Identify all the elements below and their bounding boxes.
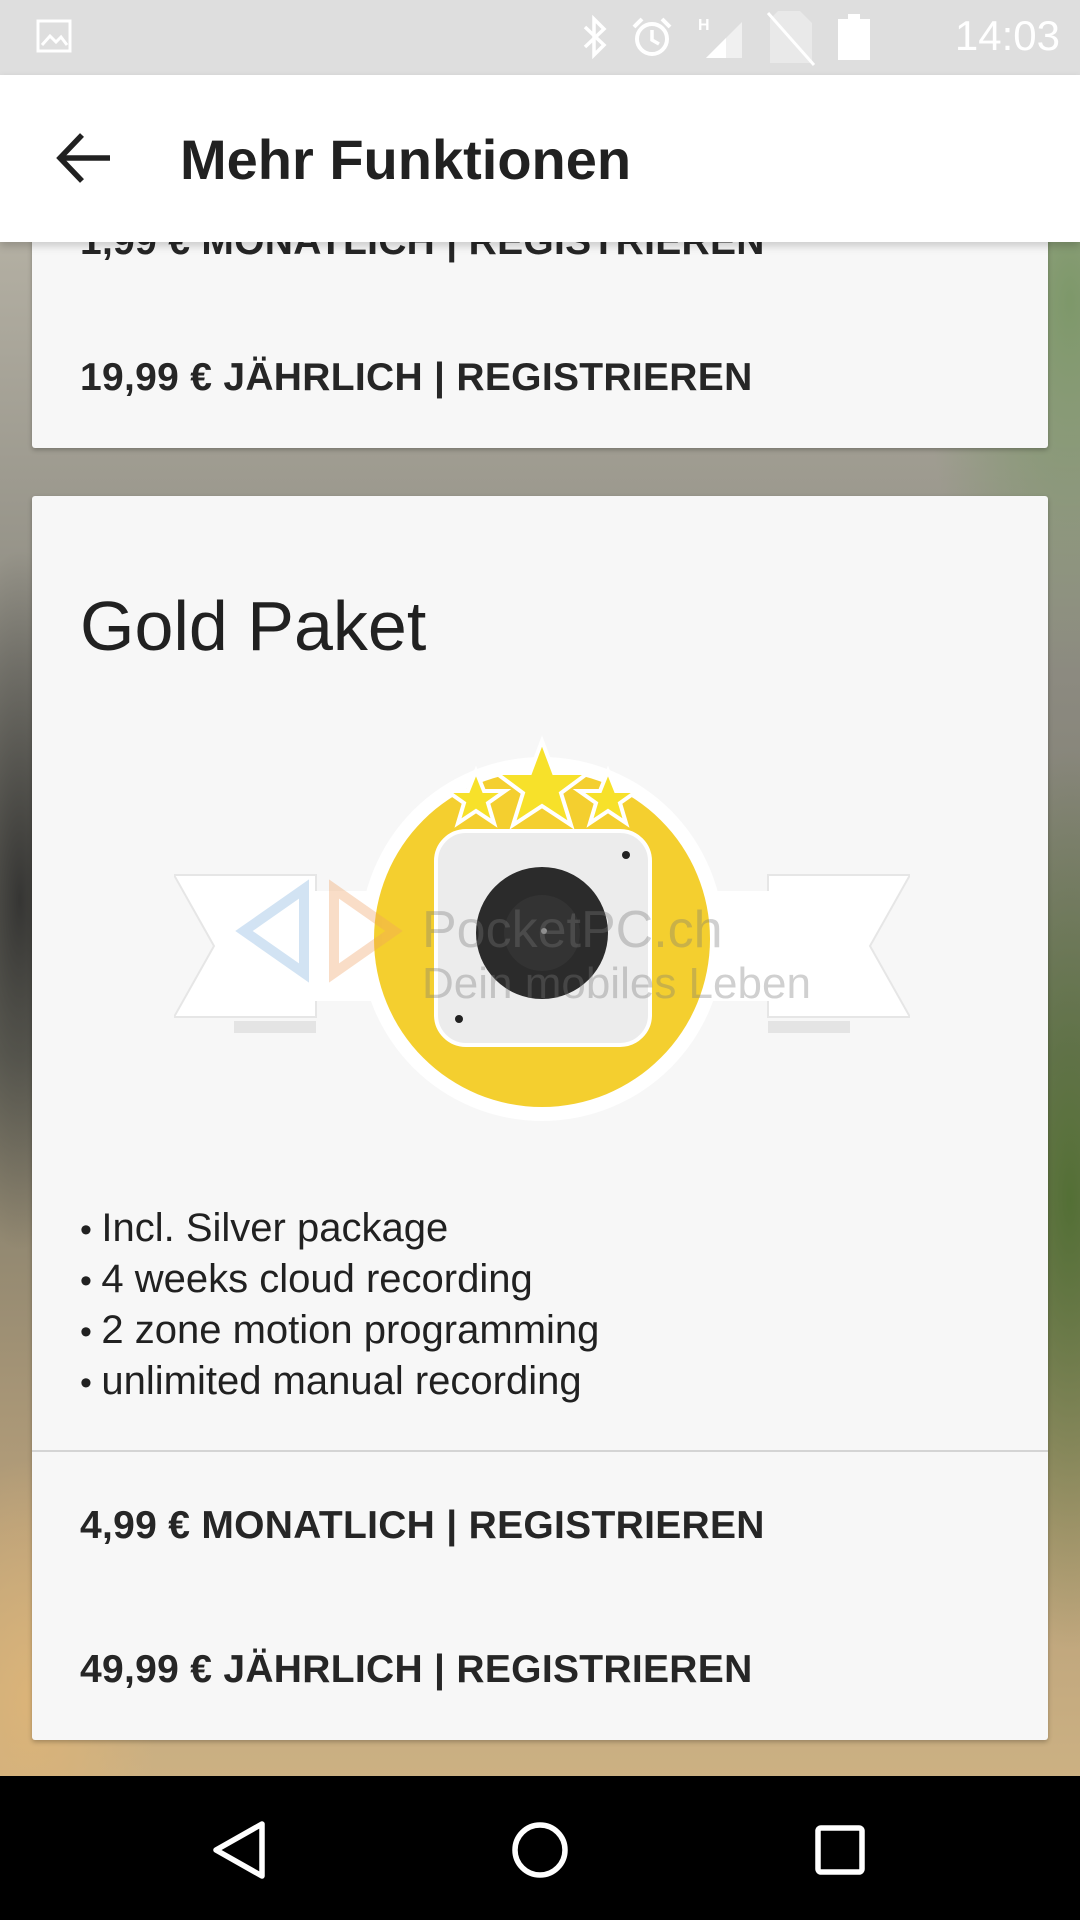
page-title: Mehr Funktionen bbox=[180, 128, 632, 191]
feature-item: Incl. Silver package bbox=[80, 1204, 599, 1255]
watermark-subtitle: Dein mobiles Leben bbox=[422, 959, 811, 1008]
feature-item: 4 weeks cloud recording bbox=[80, 1255, 599, 1306]
navigation-bar bbox=[0, 1776, 1080, 1920]
bluetooth-icon bbox=[582, 15, 608, 59]
gold-package-card: Gold Paket PocketPC.ch Dein mobiles Lebe… bbox=[32, 496, 1048, 1740]
battery-icon bbox=[838, 14, 870, 60]
feature-list: Incl. Silver package 4 weeks cloud recor… bbox=[80, 1204, 599, 1408]
feature-item: 2 zone motion programming bbox=[80, 1306, 599, 1357]
recents-square-icon[interactable] bbox=[804, 1814, 876, 1886]
feature-item: unlimited manual recording bbox=[80, 1357, 599, 1408]
app-bar: Mehr Funktionen bbox=[0, 75, 1080, 242]
alarm-icon bbox=[630, 15, 674, 59]
signal-icon: H bbox=[696, 14, 744, 60]
back-triangle-icon[interactable] bbox=[204, 1814, 276, 1886]
status-bar: H 14:03 bbox=[0, 0, 1080, 75]
network-type-text: H bbox=[698, 17, 710, 34]
yearly-register-link[interactable]: 49,99 € JÄHRLICH | REGISTRIEREN bbox=[80, 1648, 753, 1692]
yearly-register-link[interactable]: 19,99 € JÄHRLICH | REGISTRIEREN bbox=[80, 356, 753, 400]
image-icon bbox=[36, 18, 72, 54]
home-circle-icon[interactable] bbox=[504, 1814, 576, 1886]
monthly-register-link[interactable]: 4,99 € MONATLICH | REGISTRIEREN bbox=[80, 1504, 765, 1548]
divider bbox=[32, 1450, 1048, 1452]
status-time: 14:03 bbox=[954, 12, 1060, 59]
package-title: Gold Paket bbox=[80, 587, 427, 665]
no-sim-icon bbox=[766, 7, 816, 67]
watermark: PocketPC.ch Dein mobiles Leben bbox=[422, 904, 811, 1006]
arrow-back-icon[interactable] bbox=[52, 125, 118, 191]
watermark-title: PocketPC.ch bbox=[422, 901, 723, 959]
